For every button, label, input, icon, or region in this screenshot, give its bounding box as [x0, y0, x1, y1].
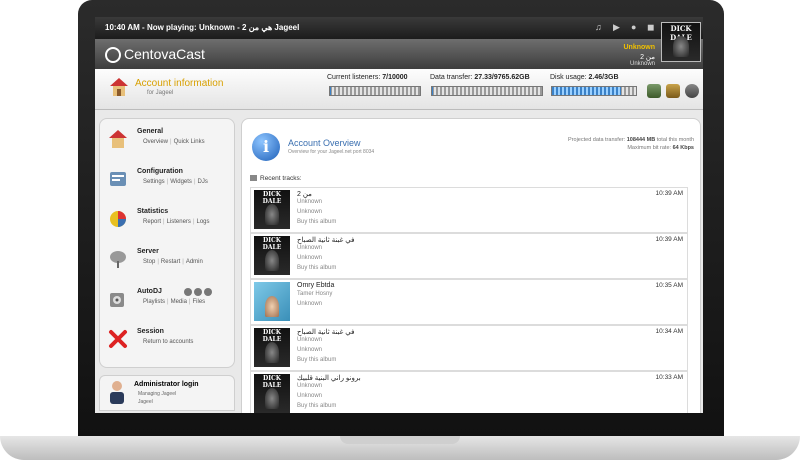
link-return-to-accounts[interactable]: Return to accounts — [143, 339, 193, 345]
satellite-dish-icon — [110, 251, 126, 268]
link-quick-links[interactable]: Quick Links — [174, 139, 205, 145]
link-listeners[interactable]: Listeners — [167, 219, 191, 225]
track-row: DICK DALE في غبنة ثانية الصباح Unknown U… — [250, 233, 688, 279]
link-overview[interactable]: Overview — [143, 139, 168, 145]
buy-album-link[interactable]: Buy this album — [297, 265, 336, 271]
link-stop[interactable]: Stop — [143, 259, 155, 265]
disk-meter — [551, 86, 637, 96]
autodj-icon — [110, 293, 124, 307]
pie-chart-icon — [110, 211, 126, 227]
administrator-avatar — [110, 381, 124, 404]
now-playing-cover: DICK DALE — [661, 22, 701, 62]
link-report[interactable]: Report — [143, 219, 161, 225]
home-icon — [110, 78, 128, 96]
max-bitrate: Maximum bit rate: 64 Kbps — [627, 145, 694, 151]
disk-stat: Disk usage: 2.46/3GB — [550, 74, 619, 81]
listeners-meter — [329, 86, 421, 96]
buy-album-link[interactable]: Buy this album — [297, 357, 336, 363]
album-cover: DICK DALE — [254, 328, 290, 367]
transfer-stat: Data transfer: 27.33/9765.62GB — [430, 74, 530, 81]
sidebar-item-configuration[interactable]: Configuration Settings | Widgets | DJs — [100, 165, 234, 203]
tools-icon[interactable] — [647, 84, 661, 98]
volume-icon[interactable]: ◼ — [647, 22, 654, 33]
account-stats-row: Account information for Jageel Current l… — [95, 69, 703, 110]
link-widgets[interactable]: Widgets — [170, 179, 192, 185]
track-row: DICK DALE برونو راني البنية قلبيك Unknow… — [250, 371, 688, 413]
listeners-stat: Current listeners: 7/10000 — [327, 74, 408, 81]
admin-login-panel: Administrator login Managing Jageel Jage… — [99, 375, 235, 411]
album-cover: DICK DALE — [254, 236, 290, 275]
play-icon[interactable]: ▶ — [613, 22, 620, 33]
configuration-icon — [110, 172, 126, 186]
sidebar-item-autodj[interactable]: AutoDJ Playlists | Media | Files — [100, 285, 234, 323]
autodj-stop-icon[interactable] — [204, 288, 212, 296]
tracks-icon — [250, 175, 257, 182]
sidebar-nav: General Overview | Quick Links Configurati… — [99, 118, 235, 368]
album-cover: DICK DALE — [254, 190, 290, 229]
link-files[interactable]: Files — [192, 299, 205, 305]
now-playing-album: Unknown — [629, 61, 655, 67]
link-logs[interactable]: Logs — [197, 219, 210, 225]
transfer-meter — [431, 86, 543, 96]
music-note-icon[interactable]: ♫ — [595, 22, 602, 32]
app-screen: 10:40 AM - Now playing: Unknown - 2 هي م… — [95, 17, 703, 413]
link-restart[interactable]: Restart — [161, 259, 180, 265]
overview-subtitle: Overview for your Jageel.net port 8034 — [288, 149, 375, 155]
autodj-start-icon[interactable] — [184, 288, 192, 296]
track-row: Omry Ebtda Tamer Hosny Unknown 10:35 AM — [250, 279, 688, 325]
account-subtitle: for Jageel — [147, 90, 174, 96]
sidebar-item-server[interactable]: Server Stop | Restart | Admin — [100, 245, 234, 283]
info-icon: i — [252, 133, 280, 161]
link-djs[interactable]: DJs — [198, 179, 208, 185]
header-bar: CentovaCast Unknown من 2 Unknown — [95, 39, 703, 69]
users-icon[interactable] — [666, 84, 680, 98]
track-row: DICK DALE من 2 Unknown Unknown Buy this … — [250, 187, 688, 233]
now-playing-artist: Unknown — [623, 44, 656, 51]
link-admin[interactable]: Admin — [186, 259, 203, 265]
home-icon — [109, 130, 127, 148]
buy-album-link[interactable]: Buy this album — [297, 219, 336, 225]
account-title: Account information — [135, 78, 224, 89]
refresh-icon[interactable] — [685, 84, 699, 98]
overview-title: Account Overview — [288, 138, 361, 148]
account-overview-panel: i Account Overview Overview for your Jag… — [241, 118, 701, 413]
now-playing-song: من 2 — [640, 54, 655, 61]
now-playing-bar: 10:40 AM - Now playing: Unknown - 2 هي م… — [95, 17, 703, 39]
recent-tracks-label: Recent tracks: — [250, 175, 302, 182]
buy-album-link[interactable]: Buy this album — [297, 403, 336, 409]
logo-mark-icon — [105, 47, 121, 64]
link-media[interactable]: Media — [171, 299, 187, 305]
close-icon — [109, 330, 127, 348]
laptop-notch — [340, 436, 460, 444]
projected-transfer: Projected data transfer: 108444 MB total… — [568, 137, 694, 143]
stop-icon[interactable]: ● — [631, 22, 636, 32]
app-logo[interactable]: CentovaCast — [105, 46, 205, 64]
album-cover — [254, 282, 290, 321]
now-playing-text: 10:40 AM - Now playing: Unknown - 2 هي م… — [105, 23, 300, 32]
link-settings[interactable]: Settings — [143, 179, 165, 185]
sidebar-item-session[interactable]: Session Return to accounts — [100, 325, 234, 363]
track-row: DICK DALE في غبنة ثانية الصباح Unknown U… — [250, 325, 688, 371]
album-cover: DICK DALE — [254, 374, 290, 413]
sidebar-item-statistics[interactable]: Statistics Report | Listeners | Logs — [100, 205, 234, 243]
link-playlists[interactable]: Playlists — [143, 299, 165, 305]
autodj-pause-icon[interactable] — [194, 288, 202, 296]
sidebar-item-general[interactable]: General Overview | Quick Links — [100, 125, 234, 163]
